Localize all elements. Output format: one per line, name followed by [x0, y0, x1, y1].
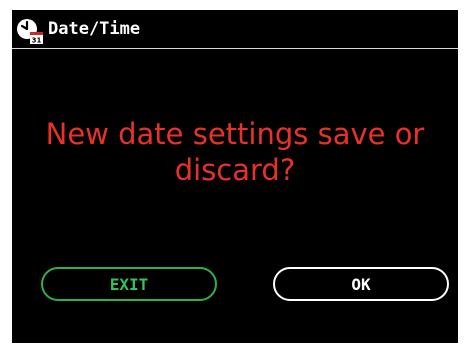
confirm-message: New date settings save or discard?	[45, 117, 425, 187]
title-bar: 31 Date/Time	[12, 10, 458, 48]
title-divider	[12, 48, 458, 49]
ok-button[interactable]: OK	[273, 267, 449, 301]
exit-button[interactable]: EXIT	[41, 267, 217, 301]
page-title: Date/Time	[48, 19, 141, 39]
calendar-badge-text: 31	[32, 37, 42, 45]
device-screen: 31 Date/Time New date settings save or d…	[12, 10, 458, 343]
clock-calendar-icon: 31	[15, 17, 45, 45]
